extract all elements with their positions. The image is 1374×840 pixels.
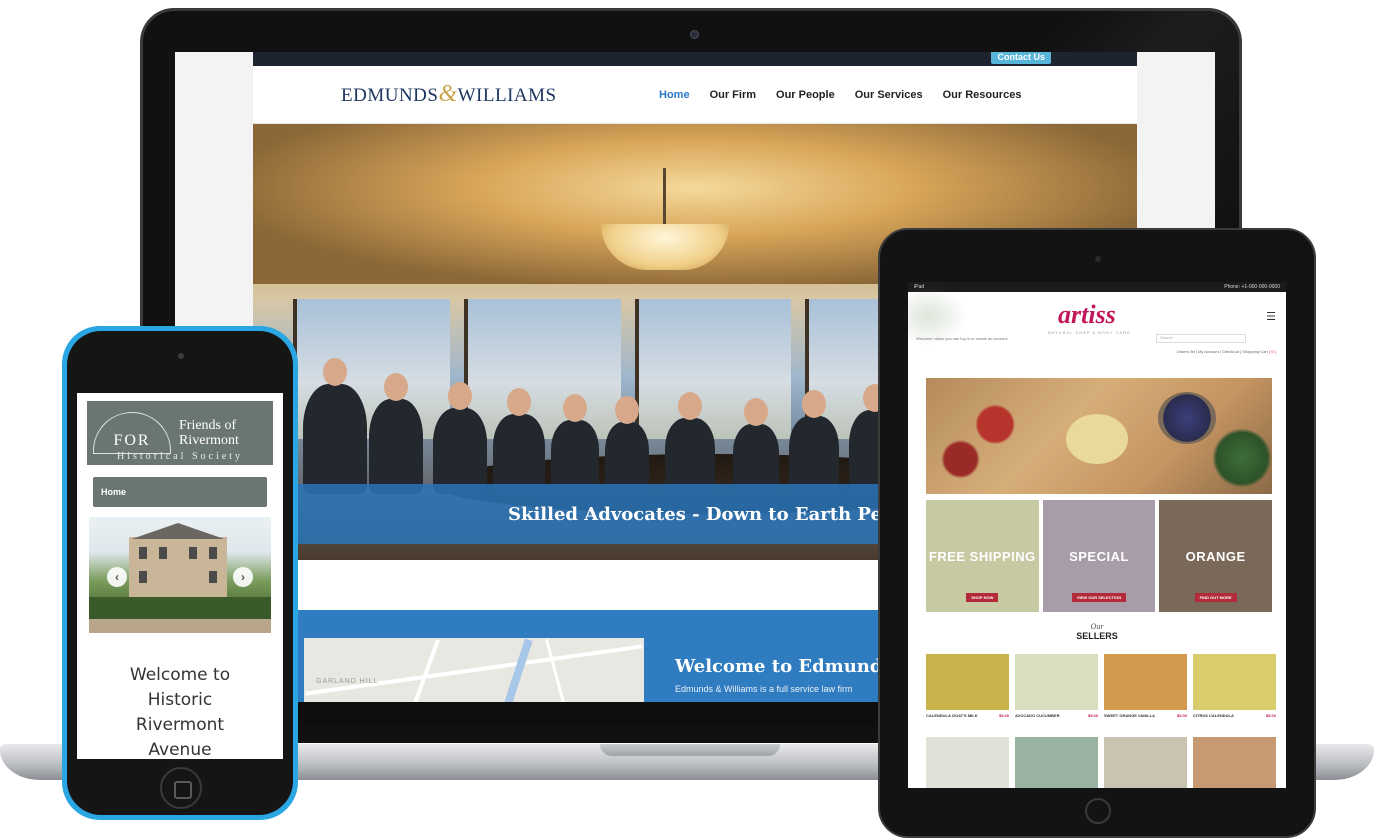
- phone-camera: [178, 353, 184, 359]
- product-card[interactable]: [1193, 737, 1276, 788]
- shop-logo-tagline: NATURAL SOAP & BODY CARE: [1048, 330, 1131, 335]
- promo-title: FREE SHIPPING: [928, 548, 1036, 564]
- promo-title: SPECIAL: [1069, 548, 1129, 564]
- nav-our-services[interactable]: Our Services: [855, 89, 923, 101]
- society-title-line2: Rivermont: [179, 433, 239, 448]
- society-title: Friends of Rivermont: [179, 418, 239, 448]
- laptop-notch: [600, 744, 780, 756]
- product-price: $5.00: [1176, 713, 1187, 718]
- plant: [1212, 428, 1272, 488]
- chevron-right-icon[interactable]: ›: [233, 567, 253, 587]
- house-slideshow: ‹ ›: [89, 517, 271, 633]
- account-links-text[interactable]: Orders list | My Account | Checkout | Sh…: [1177, 349, 1268, 354]
- logo-word-right: WILLIAMS: [457, 85, 557, 106]
- product-name: SWEET ORANGE VANILLA: [1104, 713, 1156, 718]
- nav-our-firm[interactable]: Our Firm: [710, 89, 756, 101]
- account-links[interactable]: Orders list | My Account | Checkout | Sh…: [1177, 349, 1276, 354]
- product-image[interactable]: [1015, 654, 1098, 710]
- product-card[interactable]: AVOCADO CUCUMBER $5.00: [1015, 654, 1098, 731]
- laptop-camera: [690, 30, 699, 39]
- product-name: CITRUS CALENDULA: [1193, 713, 1234, 718]
- view-selection-button[interactable]: VIEW OUR SELECTION: [1071, 593, 1127, 602]
- product-image[interactable]: [926, 737, 1009, 788]
- find-out-more-button[interactable]: FIND OUT MORE: [1194, 593, 1237, 602]
- logo-word-left: EDMUNDS: [341, 85, 439, 106]
- site-header: EDMUNDS&WILLIAMS Home Our Firm Our Peopl…: [253, 66, 1137, 124]
- promo-orange[interactable]: ORANGE FIND OUT MORE: [1159, 500, 1273, 612]
- hero-tagline: Skilled Advocates - Down to Earth People: [508, 503, 925, 525]
- hamburger-menu-icon[interactable]: ☰: [1266, 310, 1276, 323]
- shop-now-button[interactable]: SHOP NOW: [966, 593, 999, 602]
- home-button[interactable]: [1085, 798, 1111, 824]
- product-card[interactable]: CALENDULA GOAT'S MILK $5.00: [926, 654, 1009, 731]
- contact-us-button[interactable]: Contact Us: [991, 52, 1051, 64]
- promo-title: ORANGE: [1185, 548, 1246, 564]
- tablet-screen: iPad Phone: +1-000-000-0000 artiss NATUR…: [908, 282, 1286, 788]
- welcome-text: Welcome visitor you can log in or create…: [916, 336, 1008, 341]
- location-map[interactable]: GARLAND HILL: [304, 638, 644, 702]
- product-price: $5.00: [1087, 713, 1098, 718]
- search-input[interactable]: Search: [1156, 334, 1246, 343]
- home-button[interactable]: [160, 767, 202, 809]
- phone-body: FOR Friends of Rivermont Historical Soci…: [67, 331, 293, 815]
- hedge: [89, 597, 271, 619]
- society-header: FOR Friends of Rivermont Historical Soci…: [87, 401, 273, 465]
- promo-special[interactable]: SPECIAL VIEW OUR SELECTION: [1042, 500, 1156, 612]
- product-image[interactable]: [926, 654, 1009, 710]
- best-sellers-title: SELLERS: [1076, 631, 1118, 641]
- cart-count[interactable]: ( 0 ): [1269, 349, 1276, 354]
- nav-home[interactable]: Home: [659, 89, 690, 101]
- product-image[interactable]: [1015, 737, 1098, 788]
- best-sellers-our: Our: [1090, 622, 1104, 631]
- house-image: [129, 537, 227, 597]
- product-image[interactable]: [1193, 654, 1276, 710]
- product-card[interactable]: [926, 737, 1009, 788]
- sidewalk: [89, 619, 271, 633]
- welcome-heading: Welcome to Historic Rivermont Avenue: [129, 665, 231, 759]
- promo-tiles: FREE SHIPPING SHOP NOW SPECIAL VIEW OUR …: [926, 500, 1273, 612]
- shop-header: artiss NATURAL SOAP & BODY CARE ☰ Welcom…: [908, 286, 1286, 372]
- product-image[interactable]: [1104, 737, 1187, 788]
- product-grid: CALENDULA GOAT'S MILK $5.00 AVOCADO CUCUM…: [926, 654, 1276, 788]
- society-logo-mark: FOR: [93, 412, 171, 454]
- promo-free-shipping[interactable]: FREE SHIPPING SHOP NOW: [926, 500, 1039, 612]
- soap-bar: [1066, 414, 1128, 464]
- main-nav: Home Our Firm Our People Our Services Ou…: [659, 89, 1021, 101]
- status-phone: Phone: +1-000-000-0000: [1224, 284, 1280, 290]
- product-card[interactable]: CITRUS CALENDULA $5.00: [1193, 654, 1276, 731]
- product-price: $5.00: [1265, 713, 1276, 718]
- phone-device: FOR Friends of Rivermont Historical Soci…: [62, 326, 298, 820]
- product-name: CALENDULA GOAT'S MILK: [926, 713, 978, 718]
- society-title-line1: Friends of: [179, 418, 237, 433]
- berry-bowl: [1158, 392, 1216, 444]
- nav-home[interactable]: Home: [93, 477, 267, 507]
- product-image[interactable]: [1193, 737, 1276, 788]
- top-bar: Contact Us: [253, 52, 1137, 66]
- logo-ampersand: &: [438, 81, 458, 107]
- product-card[interactable]: [1104, 737, 1187, 788]
- society-subtitle: Historical Society: [117, 451, 243, 462]
- nav-our-people[interactable]: Our People: [776, 89, 835, 101]
- shop-logo[interactable]: artiss: [1058, 300, 1116, 330]
- nav-our-resources[interactable]: Our Resources: [943, 89, 1022, 101]
- best-sellers-heading: Our SELLERS: [908, 622, 1286, 641]
- product-card[interactable]: SWEET ORANGE VANILLA $5.00: [1104, 654, 1187, 731]
- site-logo[interactable]: EDMUNDS&WILLIAMS: [341, 81, 659, 108]
- product-image[interactable]: [1104, 654, 1187, 710]
- tablet-camera: [1095, 256, 1101, 262]
- lamp-stem: [663, 168, 666, 226]
- product-name: AVOCADO CUCUMBER: [1015, 713, 1060, 718]
- welcome-text: Edmunds & Williams is a full service law…: [675, 684, 853, 694]
- hero-banner: [926, 378, 1272, 494]
- tablet-device: iPad Phone: +1-000-000-0000 artiss NATUR…: [878, 228, 1316, 838]
- phone-screen: FOR Friends of Rivermont Historical Soci…: [77, 393, 283, 759]
- product-card[interactable]: [1015, 737, 1098, 788]
- chevron-left-icon[interactable]: ‹: [107, 567, 127, 587]
- product-price: $5.00: [998, 713, 1009, 718]
- map-label: GARLAND HILL: [316, 678, 379, 685]
